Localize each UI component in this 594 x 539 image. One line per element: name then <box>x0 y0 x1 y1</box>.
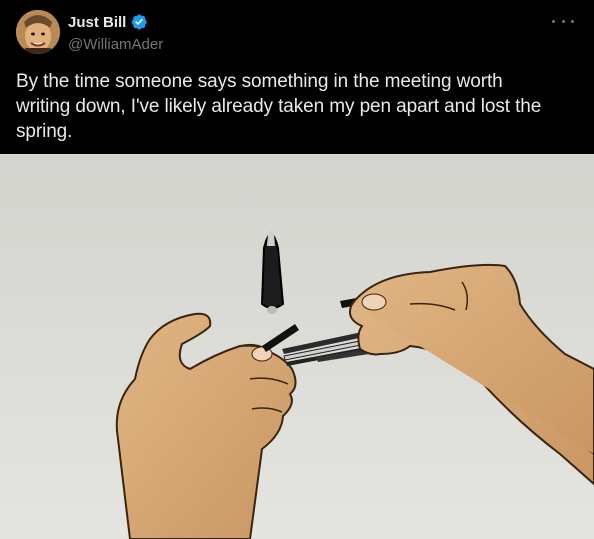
author-block: Just Bill @WilliamAder <box>68 12 163 54</box>
avatar-photo <box>16 10 60 54</box>
author-handle[interactable]: @WilliamAder <box>68 36 163 53</box>
pen-disassembly-illustration <box>0 154 594 539</box>
more-horizontal-icon[interactable] <box>552 14 574 28</box>
display-name-row: Just Bill <box>68 12 163 32</box>
tweet-media-image[interactable] <box>0 154 594 539</box>
avatar[interactable] <box>16 10 60 54</box>
tweet-header: Just Bill @WilliamAder By the time someo… <box>0 0 594 154</box>
display-name[interactable]: Just Bill <box>68 14 126 31</box>
verified-badge-icon <box>130 13 148 31</box>
tweet-text: By the time someone says something in th… <box>16 71 542 142</box>
